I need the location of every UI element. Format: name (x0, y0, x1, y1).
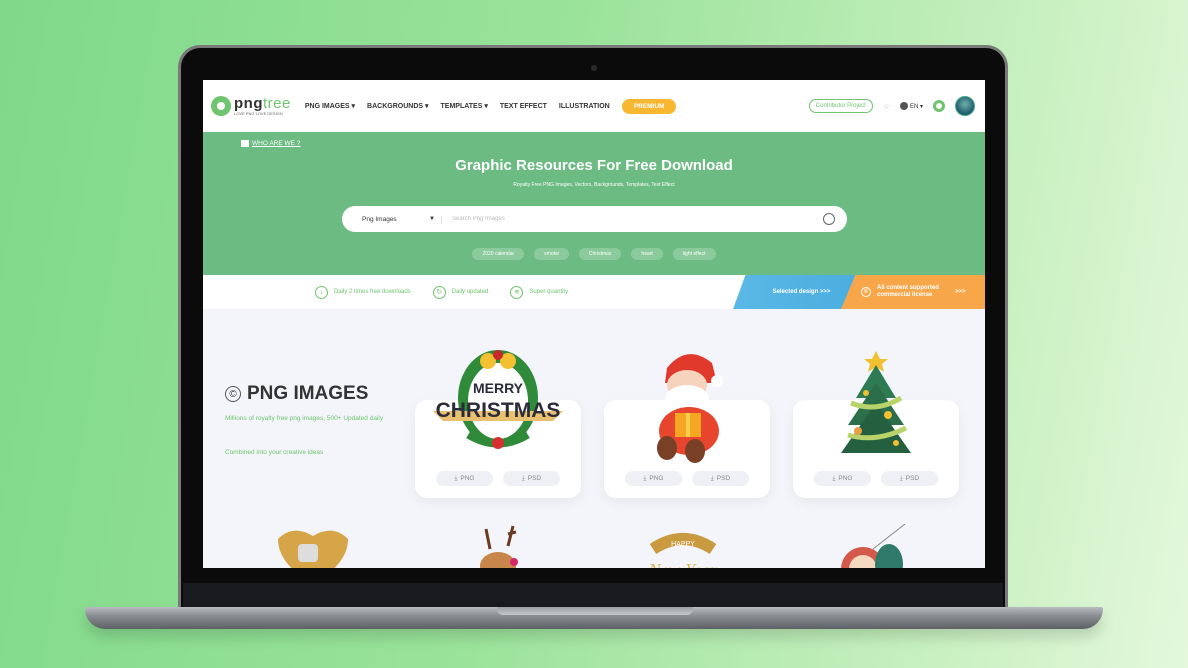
second-row-thumbnails: HAPPY New Year (203, 523, 985, 568)
nav-illustration[interactable]: ILLUSTRATION (559, 103, 610, 110)
user-avatar[interactable] (955, 96, 975, 116)
feature-daily-updated: ↻ Daily updated (432, 285, 488, 299)
contributor-project-button[interactable]: Contributor Project (808, 99, 873, 113)
download-icon: ⤓ (454, 474, 458, 482)
hero-subtitle: Royalty Free PNG Images, Vectors, Backgr… (513, 182, 675, 188)
camera-icon (591, 65, 597, 71)
globe-icon (899, 102, 908, 110)
search-input[interactable] (442, 216, 823, 222)
laptop-chin (183, 583, 1003, 608)
top-nav: pngtree LOVE PNG LOVE DESIGN PNG IMAGES … (203, 80, 985, 132)
download-icon: ⤓ (710, 474, 714, 482)
image-card-merry-christmas[interactable]: MERRY CHRISTMAS ⤓ PNG ⤓ PSD (415, 349, 581, 498)
download-icon: ⤓ (899, 474, 903, 482)
nav-backgrounds[interactable]: BACKGROUNDS ▾ (367, 102, 428, 110)
image-card-christmas-tree[interactable]: ⤓ PNG ⤓ PSD (793, 350, 959, 498)
feature-super-quantity: ≋ Super quantity (510, 285, 568, 299)
copyright-icon: © (861, 287, 871, 297)
christmas-tree-image (793, 340, 959, 465)
santa-image (604, 340, 770, 465)
copyright-icon: © (225, 386, 241, 402)
nav-text-effect[interactable]: TEXT EFFECT (500, 103, 547, 110)
merry-christmas-image: MERRY CHRISTMAS (415, 340, 581, 465)
search-bar: Png Images ▼ (342, 206, 847, 232)
svg-text:New Year: New Year (648, 560, 719, 568)
who-are-we-link[interactable]: WHO ARE WE ? (241, 140, 300, 147)
svg-text:CHRISTMAS: CHRISTMAS (436, 399, 561, 422)
arrow-icon: >>> (955, 289, 966, 295)
search-category-select[interactable]: Png Images ▼ (342, 215, 442, 223)
logo-wordmark: pngtree (234, 95, 291, 112)
premium-button[interactable]: PREMIUM (621, 98, 677, 114)
feature-daily-downloads: ↓ Daily 2 times free downloads (315, 285, 411, 299)
svg-text:MERRY: MERRY (473, 380, 524, 396)
popular-tags: 2020 calendar smoke Christmas heart ligh… (203, 248, 985, 260)
download-icon: ⤓ (643, 474, 647, 482)
download-png-button[interactable]: ⤓ PNG (625, 471, 682, 486)
download-icon: ⤓ (832, 474, 836, 482)
download-psd-button[interactable]: ⤓ PSD (503, 471, 560, 486)
pngtree-logo[interactable]: pngtree LOVE PNG LOVE DESIGN (211, 96, 291, 116)
hero-banner: WHO ARE WE ? Graphic Resources For Free … (203, 132, 985, 275)
language-selector[interactable]: EN ▾ (899, 102, 923, 110)
download-psd-button[interactable]: ⤓ PSD (881, 471, 938, 486)
selected-design-banner[interactable]: Selected design >>> (733, 275, 858, 309)
download-png-button[interactable]: ⤓ PNG (436, 471, 493, 486)
notification-ring-icon[interactable] (933, 100, 945, 112)
logo-leaf-icon (211, 96, 231, 116)
logo-tagline: LOVE PNG LOVE DESIGN (234, 111, 283, 116)
happy-new-year-thumbnail[interactable]: HAPPY New Year (628, 524, 718, 568)
tag-chip[interactable]: smoke (534, 248, 569, 260)
section-description: Millions of royalty free png images, 500… (225, 415, 384, 422)
gift-icon (241, 140, 249, 147)
tag-chip[interactable]: Christmas (578, 248, 622, 260)
download-circle-icon: ↓ (315, 285, 328, 299)
golden-heart-thumbnail[interactable] (268, 524, 358, 568)
tag-chip[interactable]: heart (631, 248, 663, 260)
search-icon[interactable] (823, 213, 835, 225)
caret-down-icon: ▼ (429, 216, 435, 222)
features-strip: ↓ Daily 2 times free downloads ↻ Daily upd… (203, 275, 985, 309)
download-icon: ⤓ (521, 474, 525, 482)
ornament-thumbnail[interactable] (833, 523, 923, 568)
nav-png-images[interactable]: PNG IMAGES ▾ (305, 102, 355, 110)
layers-icon: ≋ (510, 285, 524, 299)
download-psd-button[interactable]: ⤓ PSD (692, 471, 749, 486)
laptop-notch (497, 607, 693, 615)
hero-title: Graphic Resources For Free Download (455, 157, 733, 174)
browser-screen: pngtree LOVE PNG LOVE DESIGN PNG IMAGES … (203, 80, 985, 568)
favorite-star-icon[interactable]: ☆ (883, 102, 890, 111)
refresh-clock-icon: ↻ (432, 285, 446, 299)
reindeer-thumbnail[interactable] (458, 524, 548, 568)
section-description-2: Combined into your creative ideas (225, 449, 324, 456)
commercial-license-banner[interactable]: © All content supported commercial licen… (841, 275, 985, 309)
svg-text:HAPPY: HAPPY (671, 541, 695, 548)
tag-chip[interactable]: 2020 calendar (472, 248, 525, 260)
image-card-santa[interactable]: ⤓ PNG ⤓ PSD (604, 353, 770, 498)
nav-templates[interactable]: TEMPLATES ▾ (441, 102, 488, 110)
png-images-section: © PNG IMAGES Millions of royalty free png… (203, 309, 985, 568)
download-png-button[interactable]: ⤓ PNG (814, 471, 871, 486)
tag-chip[interactable]: light effect (672, 248, 716, 260)
section-title: © PNG IMAGES (225, 383, 368, 405)
